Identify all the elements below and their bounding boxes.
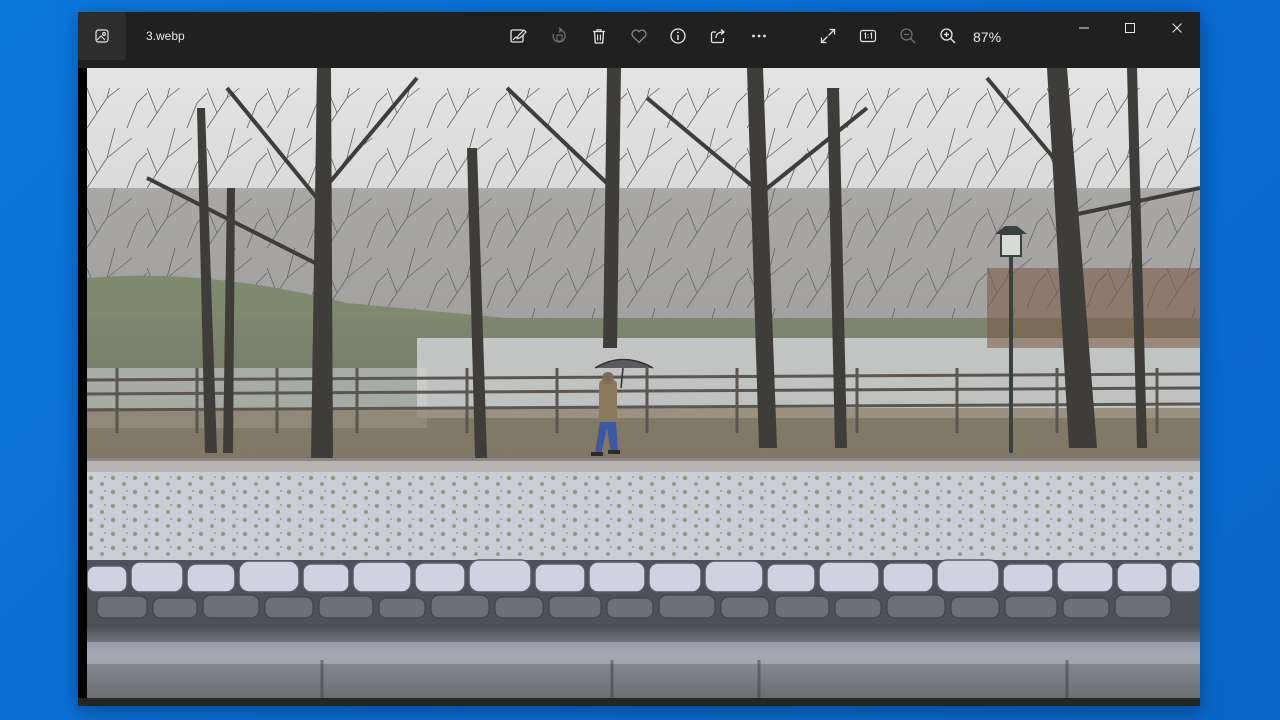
maximize-icon — [1125, 23, 1135, 33]
more-options-button[interactable] — [745, 24, 773, 48]
rotate-icon — [552, 27, 566, 43]
viewer-bottom-edge — [78, 698, 1200, 706]
full-screen-button[interactable] — [814, 24, 842, 48]
zoom-in-button[interactable] — [934, 24, 962, 48]
maximize-button[interactable] — [1107, 12, 1153, 44]
share-button[interactable] — [704, 24, 732, 48]
letterbox-bar — [78, 68, 87, 698]
more-icon — [752, 34, 766, 38]
minimize-icon — [1079, 27, 1089, 29]
close-button[interactable] — [1154, 12, 1200, 44]
actual-size-icon — [859, 29, 877, 43]
edit-image-button[interactable] — [504, 24, 532, 48]
zoom-out-icon — [900, 28, 916, 44]
heart-icon — [631, 29, 647, 44]
info-icon — [670, 28, 686, 44]
file-name: 3.webp — [146, 29, 185, 43]
minimize-button[interactable] — [1061, 12, 1107, 44]
photos-app-icon — [95, 29, 109, 43]
close-icon — [1172, 23, 1182, 33]
rotate-button[interactable] — [545, 24, 573, 48]
photos-window: 3.webp 87% — [78, 12, 1200, 706]
actual-size-button[interactable] — [854, 24, 882, 48]
image-viewport[interactable] — [78, 68, 1200, 706]
edit-image-icon — [510, 29, 527, 43]
expand-icon — [820, 28, 836, 44]
delete-button[interactable] — [585, 24, 613, 48]
photo-image — [87, 68, 1200, 698]
title-bar: 3.webp 87% — [78, 12, 1200, 68]
trash-icon — [593, 29, 605, 44]
file-info-button[interactable] — [664, 24, 692, 48]
favorite-button[interactable] — [625, 24, 653, 48]
zoom-in-icon — [940, 28, 956, 44]
zoom-level[interactable]: 87% — [973, 29, 1001, 45]
share-icon — [710, 29, 726, 44]
zoom-out-button[interactable] — [894, 24, 922, 48]
app-icon[interactable] — [78, 12, 126, 60]
